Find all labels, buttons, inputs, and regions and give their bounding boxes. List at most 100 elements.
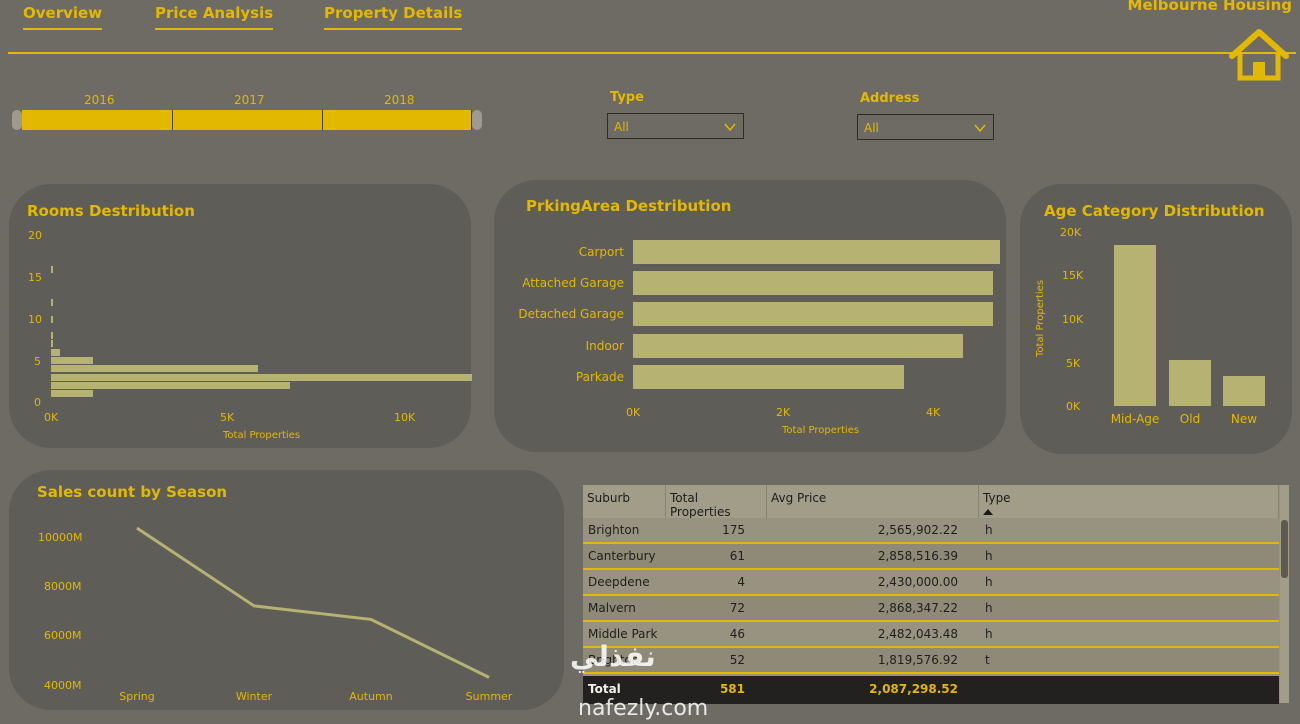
cell-type: h — [985, 575, 993, 589]
parking-category-label: Attached Garage — [522, 276, 624, 290]
type-filter-label: Type — [610, 90, 644, 105]
column-header-suburb[interactable]: Suburb — [583, 485, 666, 518]
cell-total-properties: 175 — [722, 523, 745, 537]
rooms-bar — [51, 381, 290, 389]
slider-handle-start[interactable] — [12, 110, 22, 130]
parking-category-label: Indoor — [585, 339, 624, 353]
cell-total-properties: 4 — [737, 575, 745, 589]
rooms-bar — [51, 315, 53, 323]
total-properties-value: 581 — [719, 682, 745, 696]
watermark-logo: نفذلي — [570, 640, 656, 673]
rooms-y-tick: 10 — [28, 313, 42, 326]
age-y-tick: 0K — [1066, 400, 1081, 413]
slider-handle-end[interactable] — [472, 110, 482, 130]
cell-type: h — [985, 627, 993, 641]
cell-suburb: Deepdene — [588, 575, 650, 589]
tab-property-details[interactable]: Property Details — [324, 4, 463, 30]
rooms-bar — [51, 340, 54, 348]
rooms-x-axis-title: Total Properties — [223, 430, 301, 441]
parking-x-tick: 4K — [926, 406, 941, 419]
season-x-label: Summer — [465, 690, 513, 703]
sort-descending-icon — [983, 509, 993, 515]
tab-price-analysis[interactable]: Price Analysis — [155, 4, 274, 30]
table-row[interactable]: Middle Park 46 2,482,043.48 h — [583, 622, 1279, 648]
parking-bar — [633, 365, 904, 389]
cell-type: h — [985, 601, 993, 615]
slider-segment-2018[interactable] — [323, 110, 472, 130]
year-label-2017: 2017 — [234, 93, 265, 107]
chevron-down-icon — [974, 124, 986, 133]
home-icon[interactable] — [1228, 26, 1290, 84]
cell-total-properties: 46 — [729, 627, 745, 641]
chevron-down-icon — [724, 123, 736, 132]
age-bar — [1114, 245, 1156, 406]
cell-avg-price: 2,482,043.48 — [877, 627, 958, 641]
age-category-label: New — [1230, 412, 1258, 426]
cell-type: h — [985, 549, 993, 563]
cell-avg-price: 1,819,576.92 — [877, 653, 958, 667]
rooms-distribution-card — [9, 184, 471, 448]
slider-track[interactable] — [12, 110, 482, 130]
slider-segment-2016[interactable] — [22, 110, 173, 130]
table-scroll-thumb[interactable] — [1281, 520, 1288, 578]
rooms-bar — [51, 348, 60, 356]
season-y-tick: 8000M — [44, 580, 82, 593]
table-row[interactable]: Brighton 52 1,819,576.92 t — [583, 648, 1279, 674]
total-label: Total — [588, 682, 621, 696]
age-category-label: Old — [1179, 412, 1201, 426]
parking-bar — [633, 302, 993, 326]
parking-x-tick: 2K — [776, 406, 791, 419]
address-filter-label: Address — [860, 91, 920, 106]
table-row[interactable]: Deepdene 4 2,430,000.00 h — [583, 570, 1279, 596]
header-divider — [8, 52, 1296, 54]
table-row[interactable]: Malvern 72 2,868,347.22 h — [583, 596, 1279, 622]
cell-avg-price: 2,868,347.22 — [877, 601, 958, 615]
table-scrollbar[interactable] — [1280, 485, 1289, 703]
rooms-y-tick: 20 — [28, 229, 42, 242]
app-title: Melbourne Housing — [1127, 0, 1292, 14]
age-bar — [1223, 376, 1265, 406]
column-header-type[interactable]: Type — [979, 485, 1279, 518]
address-dropdown-value: All — [864, 121, 879, 135]
season-y-tick: 6000M — [44, 629, 82, 642]
rooms-bar — [51, 265, 53, 273]
age-y-tick: 10K — [1062, 313, 1084, 326]
rooms-y-tick: 5 — [34, 355, 41, 368]
type-dropdown[interactable]: All — [607, 113, 744, 139]
season-x-label: Winter — [235, 690, 273, 703]
column-header-total-properties[interactable]: Total Properties — [666, 485, 767, 519]
cell-suburb: Canterbury — [588, 549, 656, 563]
rooms-y-tick: 0 — [34, 396, 41, 409]
table-row[interactable]: Canterbury 61 2,858,516.39 h — [583, 544, 1279, 570]
cell-avg-price: 2,858,516.39 — [877, 549, 958, 563]
slider-segment-2017[interactable] — [173, 110, 323, 130]
table-row[interactable]: Brighton 175 2,565,902.22 h — [583, 518, 1279, 544]
age-y-axis-title: Total Properties — [1035, 279, 1047, 358]
cell-avg-price: 2,565,902.22 — [877, 523, 958, 537]
season-x-label: Spring — [119, 690, 155, 703]
cell-total-properties: 72 — [729, 601, 745, 615]
column-header-avg-price[interactable]: Avg Price — [767, 485, 979, 518]
age-y-tick: 20K — [1060, 226, 1082, 239]
rooms-x-tick: 5K — [220, 411, 235, 424]
parking-category-label: Parkade — [575, 370, 624, 384]
cell-suburb: Malvern — [588, 601, 636, 615]
rooms-bar — [51, 373, 472, 381]
season-y-tick: 4000M — [44, 679, 82, 692]
cell-total-properties: 61 — [729, 549, 745, 563]
season-x-label: Autumn — [349, 690, 393, 703]
cell-type: h — [985, 523, 993, 537]
parking-category-label: Detached Garage — [518, 307, 624, 321]
type-header-label: Type — [983, 491, 1011, 505]
rooms-card-title: Rooms Destribution — [27, 202, 195, 220]
season-sales-card — [9, 470, 564, 710]
address-dropdown[interactable]: All — [857, 114, 994, 140]
watermark-url: nafezly.com — [578, 696, 709, 721]
rooms-x-tick: 0K — [44, 411, 59, 424]
rooms-y-tick: 15 — [28, 271, 42, 284]
parking-bar — [633, 271, 993, 295]
rooms-x-tick: 10K — [394, 411, 416, 424]
rooms-bar — [51, 365, 258, 373]
tab-overview[interactable]: Overview — [23, 4, 103, 30]
year-label-2018: 2018 — [384, 93, 415, 107]
